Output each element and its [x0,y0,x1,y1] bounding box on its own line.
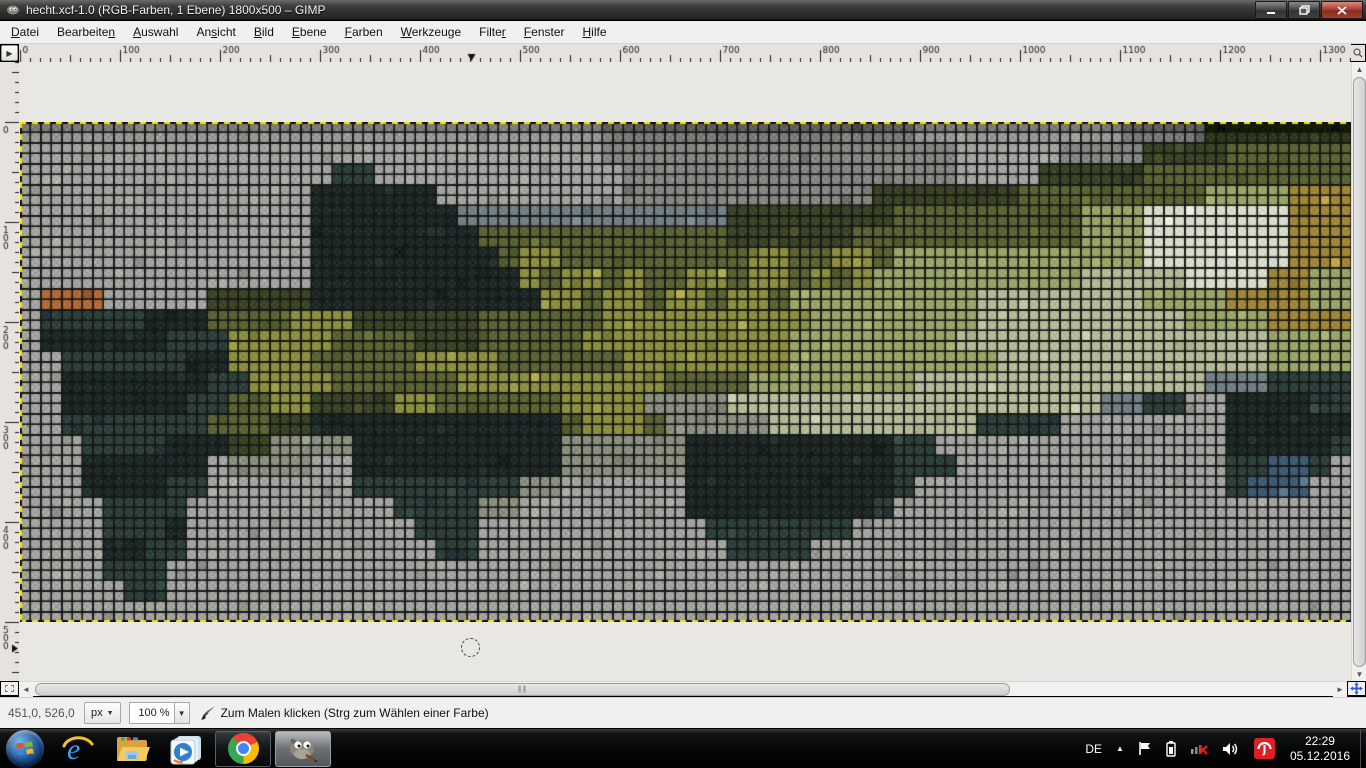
internet-explorer-icon[interactable]: e [58,731,98,767]
avira-icon[interactable] [1254,738,1275,759]
paintbrush-icon [200,705,217,721]
quick-mask-toggle[interactable] [1,682,18,695]
clock-date: 05.12.2016 [1290,749,1350,764]
horizontal-ruler[interactable] [19,44,1351,62]
vertical-ruler[interactable] [0,62,19,681]
menu-datei[interactable]: Datei [2,22,48,42]
menu-werkzeuge[interactable]: Werkzeuge [392,22,470,42]
menu-ebene[interactable]: Ebene [283,22,336,42]
close-button[interactable] [1321,1,1363,19]
language-indicator[interactable]: DE [1085,742,1102,756]
unit-value: px [91,707,103,719]
brush-outline-cursor [461,638,480,657]
horizontal-scrollbar[interactable]: ◄ ⦀⦀ ► [19,681,1347,696]
windows-flag-icon [15,739,35,759]
navigation-button[interactable] [1348,682,1365,695]
minimize-button[interactable] [1255,1,1287,19]
volume-icon[interactable] [1222,741,1240,757]
clock[interactable]: 22:29 05.12.2016 [1290,734,1350,764]
window-titlebar[interactable]: hecht.xcf-1.0 (RGB-Farben, 1 Ebene) 1800… [0,0,1366,20]
vertical-scrollbar[interactable]: ▲ ▼ [1351,62,1366,681]
menu-auswahl[interactable]: Auswahl [124,22,187,42]
status-message: Zum Malen klicken (Strg zum Wählen einer… [221,706,489,720]
scroll-up-arrow[interactable]: ▲ [1352,62,1366,76]
menu-hilfe[interactable]: Hilfe [574,22,616,42]
network-error-icon[interactable] [1190,741,1208,757]
menu-ansicht[interactable]: Ansicht [187,22,244,42]
scroll-left-arrow[interactable]: ◄ [19,682,33,697]
action-center-flag-icon[interactable] [1138,741,1152,756]
image-canvas[interactable] [20,122,1351,622]
gimp-wilber-icon [286,734,320,764]
system-tray: DE ▲ [1078,729,1366,768]
windows-explorer-icon[interactable] [112,731,152,767]
magnifier-icon [1353,48,1363,58]
zoom-input[interactable]: 100 % [129,702,175,724]
unit-dropdown[interactable]: px ▼ [84,702,121,724]
navigation-cross-icon [1350,682,1363,695]
taskbar: e [0,728,1366,768]
menu-bild[interactable]: Bild [245,22,283,42]
horizontal-scroll-thumb[interactable]: ⦀⦀ [35,683,1010,696]
menubar: DateiBearbeitenAuswahlAnsichtBildEbeneFa… [0,21,1366,44]
chrome-taskbar-button[interactable] [215,731,271,767]
gimp-taskbar-button[interactable] [275,731,331,767]
menu-filter[interactable]: Filter [470,22,515,42]
ruler-corner-button[interactable]: ▶ [1,45,18,61]
scroll-down-arrow[interactable]: ▼ [1352,667,1366,681]
scroll-right-arrow[interactable]: ► [1333,682,1347,697]
zoom-dropdown-arrow[interactable]: ▼ [175,702,190,724]
menu-fenster[interactable]: Fenster [515,22,574,42]
hidden-icons-arrow[interactable]: ▲ [1116,744,1124,753]
vertical-scroll-thumb[interactable] [1353,77,1366,667]
screen: hecht.xcf-1.0 (RGB-Farben, 1 Ebene) 1800… [0,0,1366,768]
menu-bearbeiten[interactable]: Bearbeiten [48,22,124,42]
clock-time: 22:29 [1290,734,1350,749]
chevron-down-icon: ▼ [107,710,114,717]
menu-farben[interactable]: Farben [336,22,392,42]
zoom-follow-window-button[interactable] [1351,45,1365,61]
media-player-icon[interactable] [166,731,206,767]
chrome-icon [228,733,259,764]
restore-button[interactable] [1288,1,1320,19]
quick-mask-icon [5,685,14,692]
battery-icon[interactable] [1166,741,1176,757]
gimp-window-icon [6,4,20,16]
statusbar: 451,0, 526,0 px ▼ 100 % ▼ Zum Malen klic… [0,697,1366,728]
pointer-position: 451,0, 526,0 [8,706,78,720]
show-desktop-button[interactable] [1360,729,1366,768]
start-button[interactable] [6,730,44,768]
window-title: hecht.xcf-1.0 (RGB-Farben, 1 Ebene) 1800… [26,3,325,17]
